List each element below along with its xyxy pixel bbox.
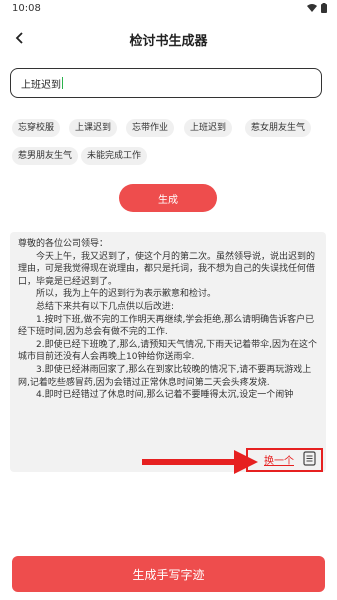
topic-input-value: 上班迟到 bbox=[21, 79, 61, 91]
swap-button[interactable]: 换一个 bbox=[264, 452, 294, 467]
chip-upset-girlfriend[interactable]: 惹女朋友生气 bbox=[245, 119, 312, 137]
text-fade bbox=[10, 422, 326, 440]
result-text: 尊敬的各位公司领导： 今天上午，我又迟到了，使这个月的第二次。虽然领导说，说出迟… bbox=[18, 238, 318, 436]
chip-forgot-homework[interactable]: 忘带作业 bbox=[126, 119, 175, 137]
copy-icon[interactable] bbox=[303, 451, 316, 466]
wifi-icon bbox=[307, 4, 317, 12]
chip-upset-boyfriend[interactable]: 惹男朋友生气 bbox=[12, 147, 79, 165]
result-paragraph: 3.即使已经淋雨回家了,那么在到家比较晚的情况下,请不要再玩游戏上网,记着吃些感… bbox=[18, 364, 312, 388]
result-paragraph: 今天上午，我又迟到了，使这个月的第二次。虽然领导说，说出迟到的理由，可是我觉得现… bbox=[18, 251, 316, 287]
generate-handwriting-button[interactable]: 生成手写字迹 bbox=[12, 556, 325, 592]
chip-late-work[interactable]: 上班迟到 bbox=[184, 119, 233, 137]
status-time: 10:08 bbox=[12, 3, 41, 14]
result-paragraph: 4.即时已经错过了休息时间,那么记着不要睡得太沉,设定一个闹钟 bbox=[36, 390, 294, 401]
status-icons bbox=[307, 3, 327, 13]
chip-forgot-uniform[interactable]: 忘穿校服 bbox=[12, 119, 61, 137]
result-card: 尊敬的各位公司领导： 今天上午，我又迟到了，使这个月的第二次。虽然领导说，说出迟… bbox=[10, 232, 326, 472]
status-bar: 10:08 bbox=[0, 0, 337, 20]
text-cursor bbox=[62, 77, 63, 89]
page-title: 检讨书生成器 bbox=[129, 34, 208, 49]
result-paragraph: 所以，我为上午的迟到行为表示歉意和检讨。 bbox=[36, 289, 217, 300]
topic-input[interactable]: 上班迟到 bbox=[10, 68, 322, 98]
generate-button[interactable]: 生成 bbox=[119, 184, 217, 212]
app-bar: 检讨书生成器 bbox=[0, 22, 337, 56]
battery-icon bbox=[321, 3, 327, 13]
result-paragraph: 2.即使已经下班晚了,那么,请预知天气情况,下雨天记着带伞,因为在这个城市目前还… bbox=[18, 339, 318, 363]
chip-late-class[interactable]: 上课迟到 bbox=[69, 119, 118, 137]
chip-unfinished-work[interactable]: 未能完成工作 bbox=[81, 147, 148, 165]
result-salutation: 尊敬的各位公司领导： bbox=[18, 239, 109, 249]
result-paragraph: 1.按时下班,做不完的工作明天再继续,学会拒绝,那么请明确告诉客户已经下班时间,… bbox=[18, 314, 315, 338]
result-paragraph: 总结下来共有以下几点供以后改进: bbox=[36, 301, 175, 312]
